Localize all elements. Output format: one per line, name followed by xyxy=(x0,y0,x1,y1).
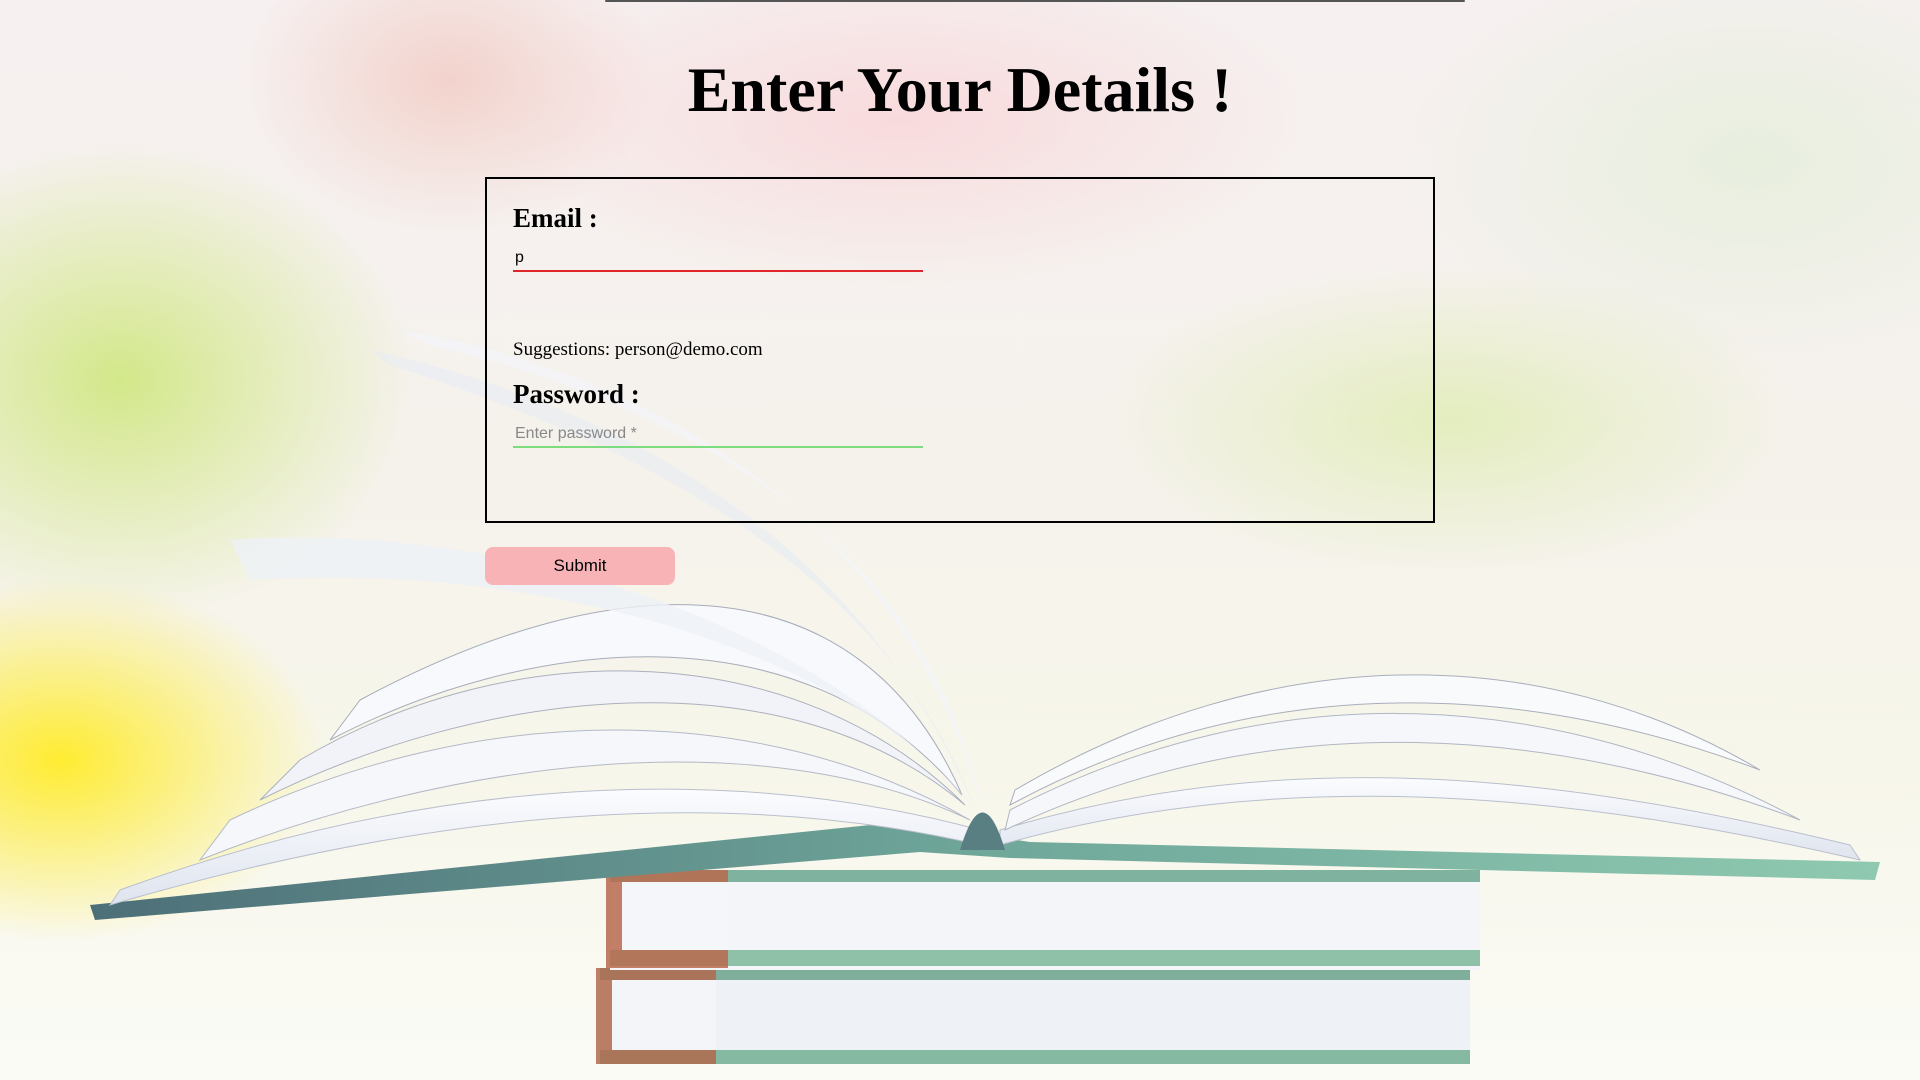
closed-book-bottom xyxy=(596,968,1470,1064)
background-image xyxy=(0,0,1920,1080)
password-label: Password : xyxy=(513,379,640,409)
closed-book-middle xyxy=(606,870,1480,970)
submit-button[interactable]: Submit xyxy=(485,547,675,585)
details-form: Email : Suggestions: person@demo.com Pas… xyxy=(485,177,1435,523)
books-illustration xyxy=(90,330,1880,1064)
email-input[interactable] xyxy=(513,246,923,272)
page-title: Enter Your Details ! xyxy=(687,54,1233,125)
email-suggestions: Suggestions: person@demo.com xyxy=(513,339,763,360)
email-label: Email : xyxy=(513,203,598,233)
top-divider xyxy=(605,0,1465,2)
password-input[interactable] xyxy=(513,422,923,448)
